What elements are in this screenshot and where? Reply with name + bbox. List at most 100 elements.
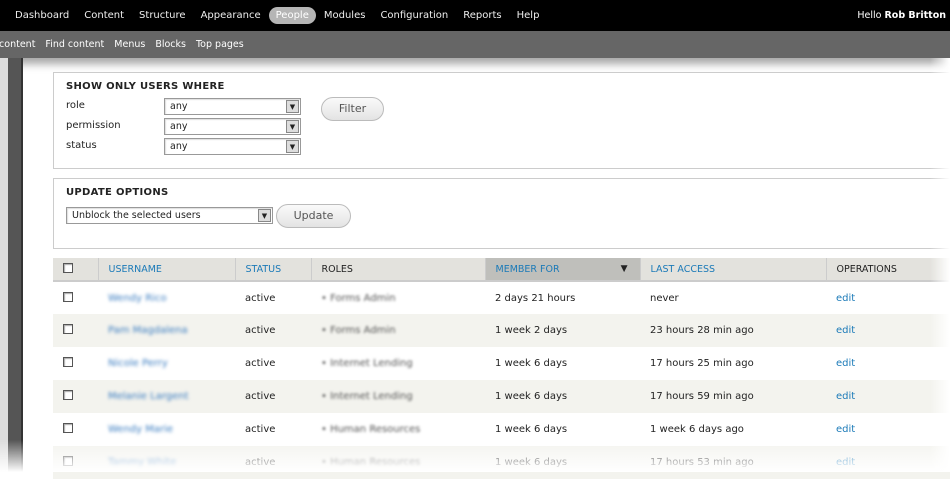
role-select[interactable]: any ▼ — [164, 98, 301, 115]
toolbar-help[interactable]: Help — [510, 7, 547, 24]
table-row: Melanie Largent active • Internet Lendin… — [53, 380, 950, 413]
table-row: Pam Magdalena active • Forms Admin 1 wee… — [53, 314, 950, 347]
roles-cell: • Human Resources — [311, 446, 485, 479]
status-cell: active — [245, 424, 276, 435]
last-access-cell: 17 hours 59 min ago — [640, 380, 826, 413]
update-button[interactable]: Update — [276, 204, 351, 228]
filter-button[interactable]: Filter — [321, 97, 384, 121]
table-row: Nicole Perry active • Internet Lending 1… — [53, 347, 950, 380]
username-link[interactable]: Melanie Largent — [108, 391, 189, 402]
select-all-cell — [53, 258, 98, 282]
role-item: • Human Resources — [321, 457, 421, 468]
username-cell: Pam Magdalena — [98, 314, 235, 347]
shortcut-blocks[interactable]: Blocks — [155, 39, 186, 50]
role-item: • Human Resources — [321, 424, 421, 435]
username-link[interactable]: Wendy Rico — [108, 293, 167, 304]
select-all-checkbox[interactable] — [63, 262, 73, 273]
status-cell: active — [245, 292, 276, 304]
last-access-cell: 17 hours 25 min ago — [650, 358, 754, 369]
edit-link[interactable]: edit — [836, 457, 855, 468]
username-link[interactable]: Pam Magdalena — [108, 325, 188, 336]
permission-select[interactable]: any ▼ — [164, 118, 301, 135]
row-checkbox[interactable] — [63, 423, 73, 433]
roles-cell: • Forms Admin — [311, 314, 485, 347]
roles-cell: • Internet Lending — [311, 347, 485, 380]
toolbar-appearance[interactable]: Appearance — [194, 7, 268, 24]
chevron-down-icon: ▼ — [286, 100, 299, 113]
last-access-cell: 23 hours 28 min ago — [640, 314, 826, 347]
chevron-down-icon: ▼ — [286, 120, 299, 133]
member-for-cell: 2 days 21 hours — [495, 292, 576, 304]
toolbar-people[interactable]: People — [268, 7, 316, 24]
username-link[interactable]: Nicole Perry — [108, 358, 168, 369]
chevron-down-icon: ▼ — [258, 209, 271, 222]
toolbar-configuration[interactable]: Configuration — [373, 7, 455, 24]
role-item: • Internet Lending — [321, 358, 413, 369]
user-greeting: Hello Rob Britton — [857, 10, 946, 21]
role-item: • Forms Admin — [321, 325, 396, 336]
shortcut-top-pages[interactable]: Top pages — [196, 39, 244, 50]
header-member-for[interactable]: MEMBER FOR ▼ — [484, 258, 640, 282]
row-select-cell — [53, 347, 98, 380]
shortcut-menus[interactable]: Menus — [114, 39, 145, 50]
update-action-select[interactable]: Unblock the selected users ▼ — [66, 207, 273, 224]
username-cell: Wendy Marie — [98, 413, 235, 446]
edit-link[interactable]: edit — [836, 293, 855, 304]
username-cell: Tammy White — [98, 446, 235, 479]
username-link[interactable]: Tammy White — [108, 457, 176, 468]
header-username[interactable]: USERNAME — [97, 258, 235, 282]
edit-link[interactable]: edit — [836, 424, 855, 435]
row-select-cell — [53, 413, 98, 446]
username-link[interactable]: Wendy Marie — [108, 424, 173, 435]
operations-cell: edit — [826, 380, 950, 413]
member-for-cell: 1 week 6 days — [485, 380, 640, 413]
row-checkbox[interactable] — [63, 324, 73, 334]
member-for-cell: 1 week 6 days — [495, 358, 568, 369]
users-table: USERNAME STATUS ROLES MEMBER FOR ▼ LAST A… — [53, 258, 950, 479]
shortcut-find-content[interactable]: Find content — [45, 39, 104, 50]
row-select-cell — [53, 314, 98, 347]
role-item: • Forms Admin — [321, 292, 396, 304]
row-select-cell — [53, 380, 98, 413]
member-for-cell: 1 week 6 days — [485, 446, 640, 479]
edit-link[interactable]: edit — [836, 391, 855, 402]
row-checkbox[interactable] — [63, 456, 73, 466]
row-select-cell — [53, 281, 98, 314]
member-for-cell: 1 week 2 days — [485, 314, 640, 347]
toolbar-modules[interactable]: Modules — [317, 7, 373, 24]
toolbar-content[interactable]: Content — [77, 7, 131, 24]
toolbar-dashboard[interactable]: Dashboard — [8, 7, 76, 24]
toolbar-structure[interactable]: Structure — [132, 7, 193, 24]
operations-cell: edit — [826, 314, 950, 347]
status-label: status — [66, 140, 97, 151]
operations-cell: edit — [826, 413, 950, 446]
row-checkbox[interactable] — [63, 291, 73, 302]
edit-link[interactable]: edit — [836, 325, 855, 336]
toolbar-reports[interactable]: Reports — [456, 7, 508, 24]
header-last-access[interactable]: LAST ACCESS — [639, 258, 826, 282]
username-cell: Melanie Largent — [98, 380, 235, 413]
row-checkbox[interactable] — [63, 357, 73, 367]
edit-link[interactable]: edit — [836, 358, 855, 369]
member-for-cell: 1 week 6 days — [495, 424, 568, 435]
sort-desc-icon: ▼ — [620, 264, 628, 274]
update-title: UPDATE OPTIONS — [66, 187, 169, 198]
header-status[interactable]: STATUS — [234, 258, 311, 282]
shortcut-bar: d content Find content Menus Blocks Top … — [0, 31, 950, 58]
role-item: • Internet Lending — [321, 391, 413, 402]
user-link[interactable]: Rob Britton — [884, 10, 946, 21]
last-access-cell: 17 hours 53 min ago — [640, 446, 826, 479]
row-select-cell — [53, 446, 98, 479]
update-fieldset: UPDATE OPTIONS Unblock the selected user… — [53, 178, 950, 249]
status-cell: active — [245, 358, 276, 369]
shortcut-add-content[interactable]: d content — [0, 39, 35, 50]
role-label: role — [66, 100, 85, 111]
row-checkbox[interactable] — [63, 390, 73, 400]
header-roles: ROLES — [310, 258, 485, 282]
username-cell: Nicole Perry — [98, 347, 235, 380]
status-cell: active — [235, 446, 311, 479]
admin-toolbar: Dashboard Content Structure Appearance P… — [0, 0, 950, 31]
status-select[interactable]: any ▼ — [164, 138, 301, 155]
last-access-cell: 1 week 6 days ago — [650, 424, 744, 435]
status-cell: active — [235, 314, 311, 347]
